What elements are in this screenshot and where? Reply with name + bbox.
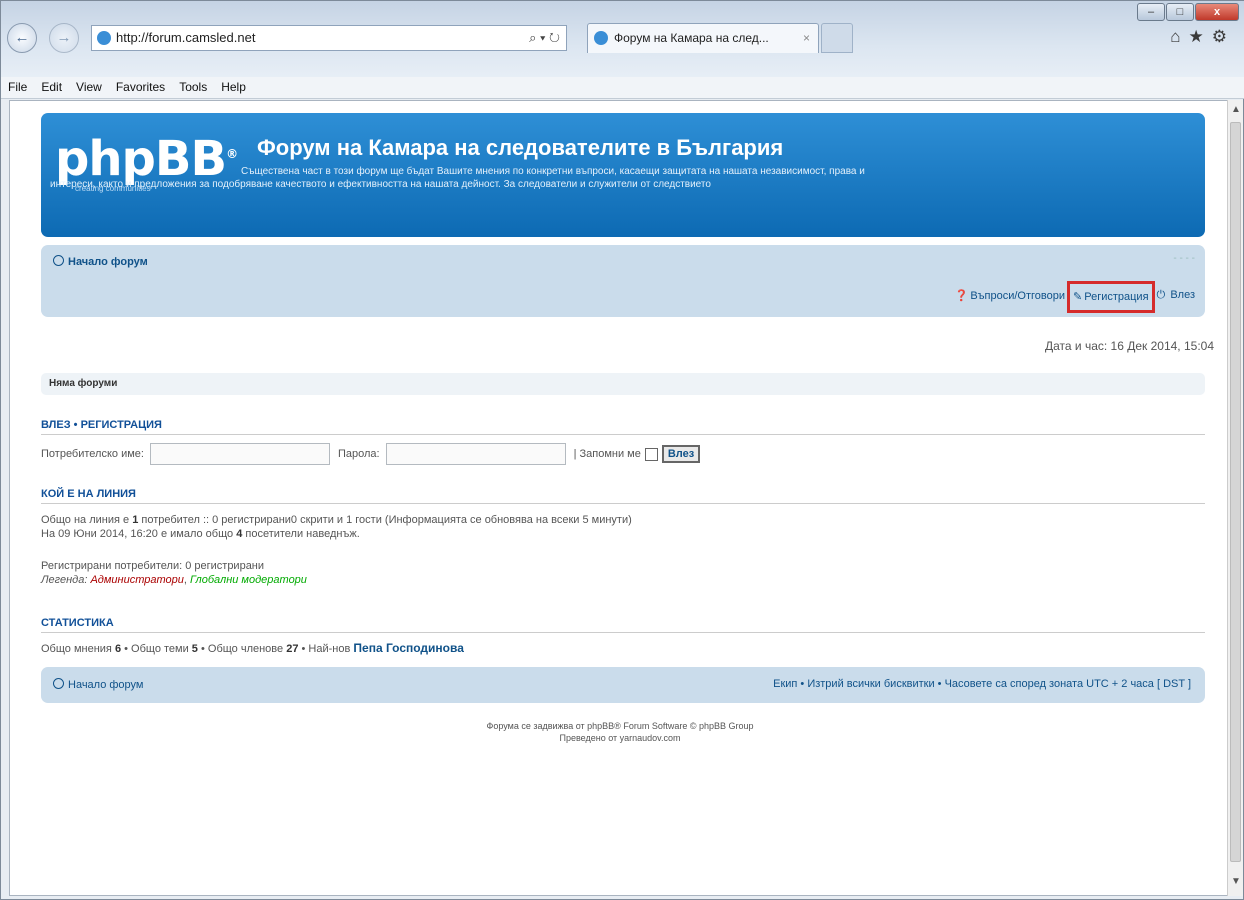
address-text: http://forum.camsled.net (116, 30, 256, 45)
address-controls[interactable]: ⌕ ▾ ↻ (529, 26, 560, 50)
tab-close-icon[interactable]: × (803, 24, 810, 52)
tab-favicon-icon (594, 31, 608, 45)
menu-favorites[interactable]: Favorites (109, 77, 172, 98)
login-link[interactable]: ⏻ Влез (1157, 289, 1195, 313)
footer-links[interactable]: Екип • Изтрий всички бисквитки • Часовет… (773, 678, 1191, 690)
remember-checkbox[interactable] (644, 447, 658, 461)
scroll-thumb[interactable] (1230, 122, 1241, 862)
menu-edit[interactable]: Edit (34, 77, 69, 98)
forward-button[interactable]: → (49, 23, 79, 53)
scroll-down-icon[interactable]: ▼ (1228, 876, 1244, 892)
tab-title: Форум на Камара на след... (614, 31, 769, 45)
menu-tools[interactable]: Tools (172, 77, 214, 98)
login-submit-button[interactable]: Влез (661, 445, 701, 463)
site-description: Съществена част в този форум ще бъдат Ва… (50, 166, 865, 190)
breadcrumb[interactable]: Начало форум (53, 255, 148, 268)
menu-bar: File Edit View Favorites Tools Help (1, 77, 1244, 99)
legend-global-mods[interactable]: Глобални модератори (190, 574, 307, 586)
footer-breadcrumb[interactable]: Начало форум (53, 678, 144, 691)
minimize-button[interactable]: – (1137, 3, 1165, 21)
address-bar[interactable]: http://forum.camsled.net ⌕ ▾ ↻ (91, 25, 567, 51)
window-controls: – □ x (1136, 3, 1239, 21)
no-forums-notice: Няма форуми (41, 373, 1205, 395)
tab-active[interactable]: Форум на Камара на след... × (587, 23, 819, 53)
current-datetime: Дата и час: 16 Дек 2014, 15:04 (1045, 339, 1214, 353)
login-form: Потребителско име: Парола: | Запомни ме … (41, 443, 701, 465)
online-heading[interactable]: Кой е на линия (41, 488, 1205, 504)
remember-label: | Запомни ме (573, 448, 641, 460)
toolbar-home-favorites-tools-icons[interactable]: ⌂★⚙ (1170, 27, 1235, 47)
password-input[interactable] (385, 443, 566, 465)
faq-link[interactable]: ❓ Въпроси/Отговори (955, 289, 1065, 313)
menu-view[interactable]: View (69, 77, 109, 98)
browser-window: – □ x ← → http://forum.camsled.net ⌕ ▾ ↻… (0, 0, 1244, 900)
login-heading[interactable]: Влез • Регистрация (41, 419, 1205, 435)
stats-heading: Статистика (41, 617, 1205, 633)
home-icon (53, 255, 64, 266)
font-size-control[interactable]: - - - - (1173, 253, 1195, 264)
user-links: ❓ Въпроси/Отговори ✎ Регистрация ⏻ Влез (953, 281, 1195, 313)
username-label: Потребителско име: (41, 448, 144, 460)
nav-panel: Начало форум - - - - ❓ Въпроси/Отговори ✎… (41, 245, 1205, 317)
close-button[interactable]: x (1195, 3, 1239, 21)
legend-admins[interactable]: Администратори (90, 574, 183, 586)
home-icon (53, 678, 64, 689)
forum-header: phpBB® creating communities Форум на Кам… (41, 113, 1205, 237)
site-title: Форум на Камара на следователите в Бълга… (257, 135, 784, 160)
browser-chrome: – □ x ← → http://forum.camsled.net ⌕ ▾ ↻… (1, 1, 1244, 77)
password-label: Парола: (337, 448, 380, 460)
page-viewport: phpBB® creating communities Форум на Кам… (9, 100, 1229, 896)
footer-nav: Начало форум Екип • Изтрий всички бискви… (41, 667, 1205, 703)
register-link[interactable]: ✎ Регистрация (1067, 281, 1155, 313)
scroll-up-icon[interactable]: ▲ (1228, 104, 1244, 120)
newest-member-link[interactable]: Пепа Господинова (353, 641, 464, 655)
back-button[interactable]: ← (7, 23, 37, 53)
registered-users: Регистрирани потребители: 0 регистрирани… (41, 560, 307, 586)
online-stats: Общо на линия е 1 потребител :: 0 регист… (41, 514, 632, 540)
copyright-line1: Форума се задвижва от phpBB® Forum Softw… (486, 721, 754, 731)
vertical-scrollbar[interactable]: ▲ ▼ (1227, 100, 1243, 896)
maximize-button[interactable]: □ (1166, 3, 1194, 21)
username-input[interactable] (149, 443, 330, 465)
menu-help[interactable]: Help (214, 77, 253, 98)
stats-line: Общо мнения 6 • Общо теми 5 • Общо члено… (41, 641, 464, 655)
site-favicon-icon (97, 31, 111, 45)
copyright-line2: Преведено от yarnaudov.com (559, 733, 681, 743)
menu-file[interactable]: File (1, 77, 34, 98)
new-tab-button[interactable] (821, 23, 853, 53)
